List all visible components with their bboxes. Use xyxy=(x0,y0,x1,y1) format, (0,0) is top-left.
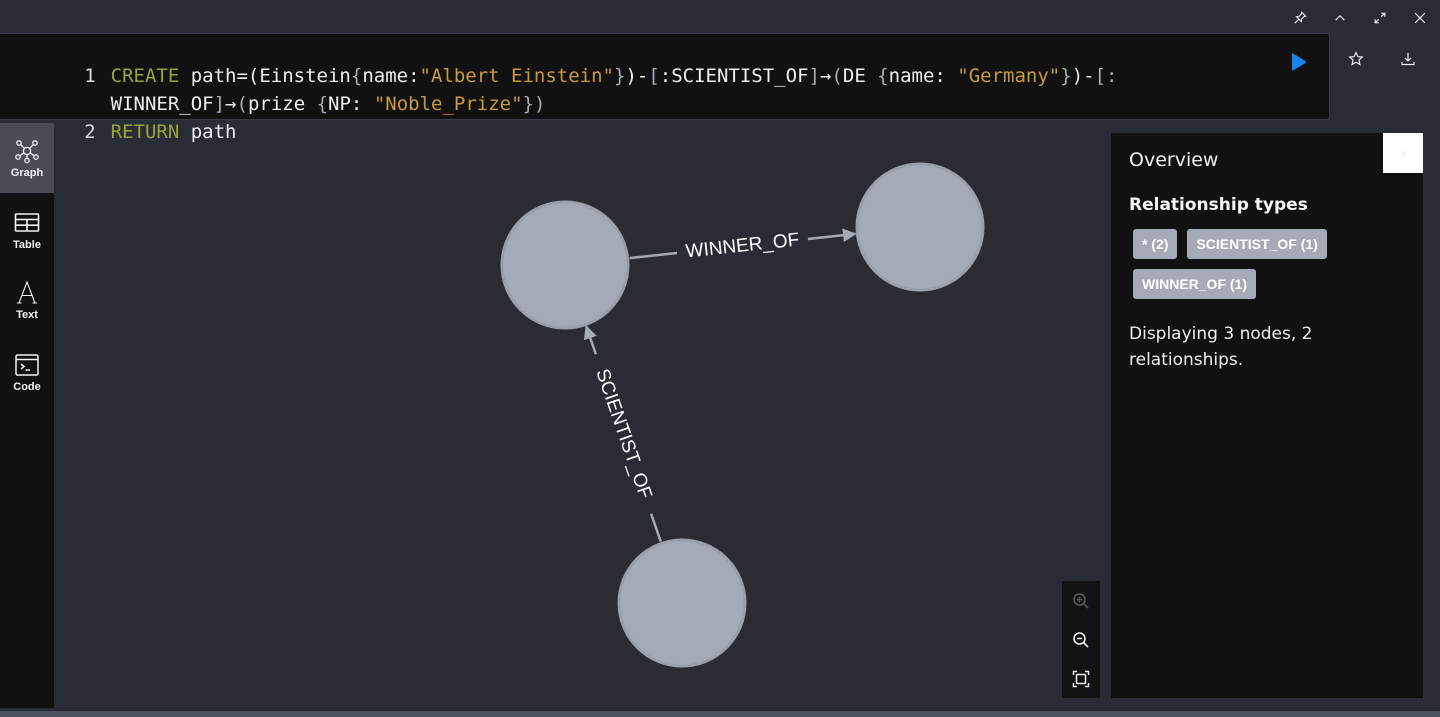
code-token: { xyxy=(877,65,889,87)
close-button[interactable] xyxy=(1400,6,1440,30)
graph-icon xyxy=(15,139,39,163)
relationship-line[interactable] xyxy=(649,513,662,542)
frame-controls xyxy=(1280,6,1440,30)
code-token: → xyxy=(819,65,832,87)
zoom-out-button[interactable] xyxy=(1062,620,1100,659)
graph-node-einstein[interactable] xyxy=(500,200,630,330)
code-token: ] xyxy=(808,65,820,87)
code-token: )- xyxy=(625,65,649,87)
neo4j-result-frame: 1 CREATE path=(Einstein{name:"Albert Eins… xyxy=(0,0,1440,717)
graph-canvas[interactable]: WINNER_OF SCIENTIST_OF xyxy=(54,123,1111,708)
bottom-scroll-bar[interactable] xyxy=(0,711,1440,717)
nav-table-label: Table xyxy=(13,238,41,251)
fit-to-screen-icon xyxy=(1072,670,1090,687)
code-token: ( xyxy=(831,65,843,87)
chip-all-relationships[interactable]: * (2) xyxy=(1133,229,1178,259)
graph-node-germany[interactable] xyxy=(617,538,747,668)
nav-text-label: Text xyxy=(16,308,38,321)
graph-summary: Displaying 3 nodes, 2 relationships. xyxy=(1129,324,1313,370)
code-token: )- xyxy=(1071,65,1095,87)
chevron-up-icon xyxy=(1335,14,1345,21)
overview-panel: Overview › Relationship types * (2) SCIE… xyxy=(1111,133,1423,698)
nav-code-label: Code xyxy=(13,380,41,393)
pin-button[interactable] xyxy=(1280,6,1320,30)
run-query-button[interactable] xyxy=(1287,50,1311,74)
relationship-type-chips: * (2) SCIENTIST_OF (1) WINNER_OF (1) xyxy=(1133,229,1373,299)
text-icon xyxy=(17,279,37,304)
collapse-button[interactable] xyxy=(1320,6,1360,30)
code-token: } xyxy=(614,65,626,87)
table-icon xyxy=(14,212,40,232)
zoom-in-icon xyxy=(1073,592,1089,609)
zoom-out-icon xyxy=(1073,631,1089,648)
code-token: ( xyxy=(236,93,248,115)
nav-text[interactable]: Text xyxy=(0,265,54,335)
code-token: prize xyxy=(247,93,317,115)
code-token: "Noble_Prize" xyxy=(373,93,523,115)
code-token: NP: xyxy=(328,93,374,115)
relationship-label: SCIENTIST_OF xyxy=(591,366,655,502)
close-icon xyxy=(1414,12,1426,24)
collapse-overview-button[interactable]: › xyxy=(1383,133,1423,173)
download-icon xyxy=(1401,53,1415,66)
relationship-winner-of[interactable]: WINNER_OF xyxy=(629,228,857,263)
download-button[interactable] xyxy=(1394,48,1422,70)
code-token: name: xyxy=(888,65,958,87)
cypher-editor[interactable]: 1 CREATE path=(Einstein{name:"Albert Eins… xyxy=(0,33,1330,143)
relationship-scientist-of[interactable]: SCIENTIST_OF xyxy=(583,325,662,542)
star-icon xyxy=(1348,51,1364,66)
nav-code[interactable]: Code xyxy=(0,337,54,407)
code-token: ) xyxy=(533,93,546,115)
code-token: { xyxy=(316,93,329,115)
zoom-in-button[interactable] xyxy=(1062,581,1100,620)
fit-to-screen-button[interactable] xyxy=(1062,659,1100,698)
relationship-label: WINNER_OF xyxy=(685,229,801,262)
code-token: :SCIENTIST_OF xyxy=(659,65,809,87)
result-view-nav: Graph Table Text Code xyxy=(0,123,54,708)
chip-winner-of[interactable]: WINNER_OF (1) xyxy=(1133,269,1256,299)
zoom-controls xyxy=(1062,581,1100,698)
relationship-types-heading: Relationship types xyxy=(1129,195,1308,215)
code-token: "Germany" xyxy=(957,65,1061,87)
overview-title: Overview xyxy=(1129,149,1219,171)
code-token: [: xyxy=(1094,65,1118,87)
play-icon xyxy=(1292,53,1306,71)
relationship-arrow[interactable] xyxy=(807,228,857,243)
code-token: [ xyxy=(648,65,660,87)
code-token: } xyxy=(1060,65,1072,87)
favorite-button[interactable] xyxy=(1342,48,1370,70)
fullscreen-button[interactable] xyxy=(1360,6,1400,30)
code-line-2: 2 RETURN path xyxy=(0,90,236,143)
nav-table[interactable]: Table xyxy=(0,195,54,265)
pin-icon xyxy=(1294,11,1307,24)
code-line-1-wrap: WINNER_OF]→(prize {NP: "Noble_Prize"}) xyxy=(0,62,546,115)
relationship-arrow[interactable] xyxy=(583,325,598,355)
nav-graph-label: Graph xyxy=(10,166,44,179)
code-token: } xyxy=(522,93,534,115)
relationship-line[interactable] xyxy=(629,251,678,260)
chip-scientist-of[interactable]: SCIENTIST_OF (1) xyxy=(1187,229,1327,259)
nav-graph[interactable]: Graph xyxy=(0,123,54,193)
code-token: DE xyxy=(842,65,878,87)
fullscreen-icon xyxy=(1374,12,1386,24)
code-line-1: 1 CREATE path=(Einstein{name:"Albert Eins… xyxy=(0,34,1117,87)
chevron-right-icon: › xyxy=(1400,142,1406,163)
code-icon xyxy=(15,353,39,376)
graph-node-prize[interactable] xyxy=(855,162,985,292)
graph-svg[interactable]: WINNER_OF SCIENTIST_OF xyxy=(54,123,1111,708)
